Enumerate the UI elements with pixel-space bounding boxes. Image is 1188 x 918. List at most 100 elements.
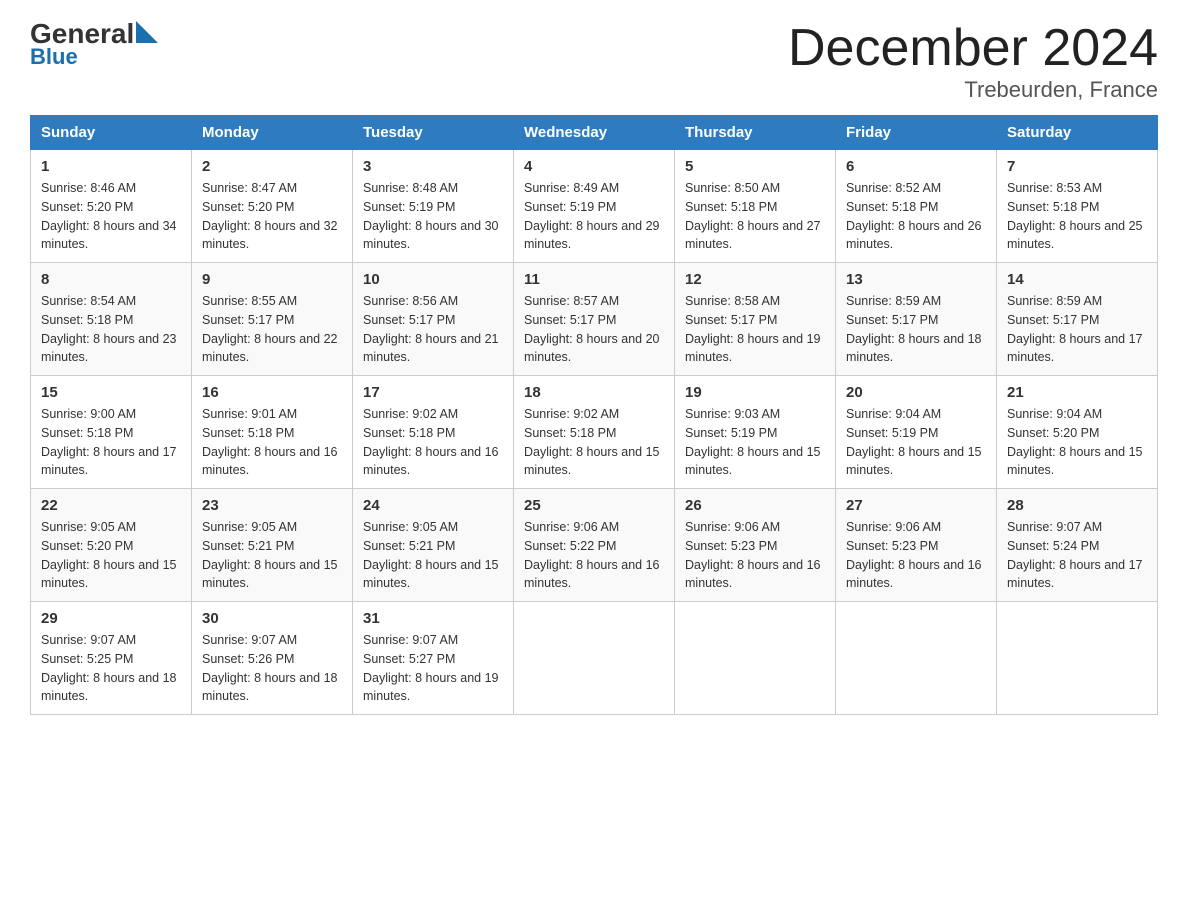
day-number: 30: [202, 610, 342, 627]
calendar-day-cell: 9 Sunrise: 8:55 AMSunset: 5:17 PMDaylight…: [192, 263, 353, 376]
calendar-day-cell: 4 Sunrise: 8:49 AMSunset: 5:19 PMDaylight…: [514, 150, 675, 263]
header-friday: Friday: [836, 116, 997, 150]
calendar-day-cell: [514, 602, 675, 715]
calendar-day-cell: 12Sunrise: 8:58 AMSunset: 5:17 PMDayligh…: [675, 263, 836, 376]
day-info: Sunrise: 9:02 AMSunset: 5:18 PMDaylight:…: [524, 405, 664, 480]
calendar-day-cell: 25Sunrise: 9:06 AMSunset: 5:22 PMDayligh…: [514, 489, 675, 602]
calendar-week-row: 29 Sunrise: 9:07 AMSunset: 5:25 PMDayligh…: [31, 602, 1158, 715]
day-info: Sunrise: 8:50 AMSunset: 5:18 PMDaylight:…: [685, 179, 825, 254]
day-info: Sunrise: 8:52 AMSunset: 5:18 PMDaylight:…: [846, 179, 986, 254]
calendar-day-cell: 15 Sunrise: 9:00 AMSunset: 5:18 PMDayligh…: [31, 376, 192, 489]
day-info: Sunrise: 8:59 AMSunset: 5:17 PMDaylight:…: [1007, 292, 1147, 367]
day-info: Sunrise: 8:54 AMSunset: 5:18 PMDaylight:…: [41, 292, 181, 367]
calendar-day-cell: 18 Sunrise: 9:02 AMSunset: 5:18 PMDayligh…: [514, 376, 675, 489]
header-monday: Monday: [192, 116, 353, 150]
day-number: 14: [1007, 271, 1147, 288]
day-info: Sunrise: 9:07 AMSunset: 5:26 PMDaylight:…: [202, 631, 342, 706]
calendar-title: December 2024: [788, 20, 1158, 77]
logo-triangle-icon: [136, 21, 158, 43]
calendar-week-row: 8 Sunrise: 8:54 AMSunset: 5:18 PMDaylight…: [31, 263, 1158, 376]
calendar-day-cell: 28 Sunrise: 9:07 AMSunset: 5:24 PMDayligh…: [997, 489, 1158, 602]
day-info: Sunrise: 8:46 AMSunset: 5:20 PMDaylight:…: [41, 179, 181, 254]
calendar-header-row: Sunday Monday Tuesday Wednesday Thursday…: [31, 116, 1158, 150]
day-info: Sunrise: 9:03 AMSunset: 5:19 PMDaylight:…: [685, 405, 825, 480]
day-info: Sunrise: 8:47 AMSunset: 5:20 PMDaylight:…: [202, 179, 342, 254]
title-section: December 2024 Trebeurden, France: [788, 20, 1158, 103]
calendar-table: Sunday Monday Tuesday Wednesday Thursday…: [30, 115, 1158, 715]
day-number: 21: [1007, 384, 1147, 401]
day-info: Sunrise: 8:48 AMSunset: 5:19 PMDaylight:…: [363, 179, 503, 254]
calendar-subtitle: Trebeurden, France: [788, 77, 1158, 103]
day-info: Sunrise: 9:00 AMSunset: 5:18 PMDaylight:…: [41, 405, 181, 480]
calendar-day-cell: 14 Sunrise: 8:59 AMSunset: 5:17 PMDayligh…: [997, 263, 1158, 376]
calendar-day-cell: 20 Sunrise: 9:04 AMSunset: 5:19 PMDayligh…: [836, 376, 997, 489]
calendar-day-cell: 26 Sunrise: 9:06 AMSunset: 5:23 PMDayligh…: [675, 489, 836, 602]
day-info: Sunrise: 9:04 AMSunset: 5:20 PMDaylight:…: [1007, 405, 1147, 480]
calendar-day-cell: 24 Sunrise: 9:05 AMSunset: 5:21 PMDayligh…: [353, 489, 514, 602]
calendar-day-cell: 17 Sunrise: 9:02 AMSunset: 5:18 PMDayligh…: [353, 376, 514, 489]
day-info: Sunrise: 9:05 AMSunset: 5:21 PMDaylight:…: [363, 518, 503, 593]
day-info: Sunrise: 9:05 AMSunset: 5:20 PMDaylight:…: [41, 518, 181, 593]
day-number: 10: [363, 271, 503, 288]
day-number: 9: [202, 271, 342, 288]
day-info: Sunrise: 9:07 AMSunset: 5:25 PMDaylight:…: [41, 631, 181, 706]
calendar-day-cell: 23Sunrise: 9:05 AMSunset: 5:21 PMDayligh…: [192, 489, 353, 602]
day-number: 2: [202, 158, 342, 175]
calendar-day-cell: [675, 602, 836, 715]
day-info: Sunrise: 8:55 AMSunset: 5:17 PMDaylight:…: [202, 292, 342, 367]
header-tuesday: Tuesday: [353, 116, 514, 150]
day-info: Sunrise: 8:57 AMSunset: 5:17 PMDaylight:…: [524, 292, 664, 367]
calendar-day-cell: 29 Sunrise: 9:07 AMSunset: 5:25 PMDayligh…: [31, 602, 192, 715]
header-saturday: Saturday: [997, 116, 1158, 150]
day-number: 3: [363, 158, 503, 175]
calendar-day-cell: 6 Sunrise: 8:52 AMSunset: 5:18 PMDaylight…: [836, 150, 997, 263]
day-number: 1: [41, 158, 181, 175]
day-number: 16: [202, 384, 342, 401]
day-info: Sunrise: 8:49 AMSunset: 5:19 PMDaylight:…: [524, 179, 664, 254]
calendar-week-row: 1 Sunrise: 8:46 AMSunset: 5:20 PMDaylight…: [31, 150, 1158, 263]
day-info: Sunrise: 9:02 AMSunset: 5:18 PMDaylight:…: [363, 405, 503, 480]
header-wednesday: Wednesday: [514, 116, 675, 150]
calendar-day-cell: 11 Sunrise: 8:57 AMSunset: 5:17 PMDayligh…: [514, 263, 675, 376]
logo-blue: Blue: [30, 44, 158, 70]
header-sunday: Sunday: [31, 116, 192, 150]
logo: General Blue: [30, 20, 158, 70]
calendar-day-cell: 10 Sunrise: 8:56 AMSunset: 5:17 PMDayligh…: [353, 263, 514, 376]
day-info: Sunrise: 8:58 AMSunset: 5:17 PMDaylight:…: [685, 292, 825, 367]
calendar-day-cell: 30 Sunrise: 9:07 AMSunset: 5:26 PMDayligh…: [192, 602, 353, 715]
day-info: Sunrise: 9:06 AMSunset: 5:23 PMDaylight:…: [846, 518, 986, 593]
day-number: 28: [1007, 497, 1147, 514]
day-info: Sunrise: 9:04 AMSunset: 5:19 PMDaylight:…: [846, 405, 986, 480]
day-number: 4: [524, 158, 664, 175]
day-info: Sunrise: 8:53 AMSunset: 5:18 PMDaylight:…: [1007, 179, 1147, 254]
day-number: 13: [846, 271, 986, 288]
day-number: 26: [685, 497, 825, 514]
day-number: 19: [685, 384, 825, 401]
day-number: 17: [363, 384, 503, 401]
day-number: 15: [41, 384, 181, 401]
day-number: 7: [1007, 158, 1147, 175]
calendar-day-cell: 8 Sunrise: 8:54 AMSunset: 5:18 PMDaylight…: [31, 263, 192, 376]
calendar-day-cell: 16Sunrise: 9:01 AMSunset: 5:18 PMDayligh…: [192, 376, 353, 489]
day-info: Sunrise: 9:07 AMSunset: 5:24 PMDaylight:…: [1007, 518, 1147, 593]
day-number: 29: [41, 610, 181, 627]
calendar-day-cell: [997, 602, 1158, 715]
day-info: Sunrise: 9:06 AMSunset: 5:23 PMDaylight:…: [685, 518, 825, 593]
day-number: 18: [524, 384, 664, 401]
calendar-day-cell: [836, 602, 997, 715]
day-number: 31: [363, 610, 503, 627]
day-info: Sunrise: 9:05 AMSunset: 5:21 PMDaylight:…: [202, 518, 342, 593]
day-number: 11: [524, 271, 664, 288]
day-number: 8: [41, 271, 181, 288]
page-header: General Blue December 2024 Trebeurden, F…: [30, 20, 1158, 103]
calendar-day-cell: 7 Sunrise: 8:53 AMSunset: 5:18 PMDaylight…: [997, 150, 1158, 263]
day-number: 6: [846, 158, 986, 175]
calendar-day-cell: 31Sunrise: 9:07 AMSunset: 5:27 PMDayligh…: [353, 602, 514, 715]
day-info: Sunrise: 8:56 AMSunset: 5:17 PMDaylight:…: [363, 292, 503, 367]
calendar-day-cell: 1 Sunrise: 8:46 AMSunset: 5:20 PMDaylight…: [31, 150, 192, 263]
day-number: 20: [846, 384, 986, 401]
day-number: 24: [363, 497, 503, 514]
calendar-week-row: 22Sunrise: 9:05 AMSunset: 5:20 PMDayligh…: [31, 489, 1158, 602]
calendar-day-cell: 5Sunrise: 8:50 AMSunset: 5:18 PMDaylight…: [675, 150, 836, 263]
calendar-day-cell: 19 Sunrise: 9:03 AMSunset: 5:19 PMDayligh…: [675, 376, 836, 489]
